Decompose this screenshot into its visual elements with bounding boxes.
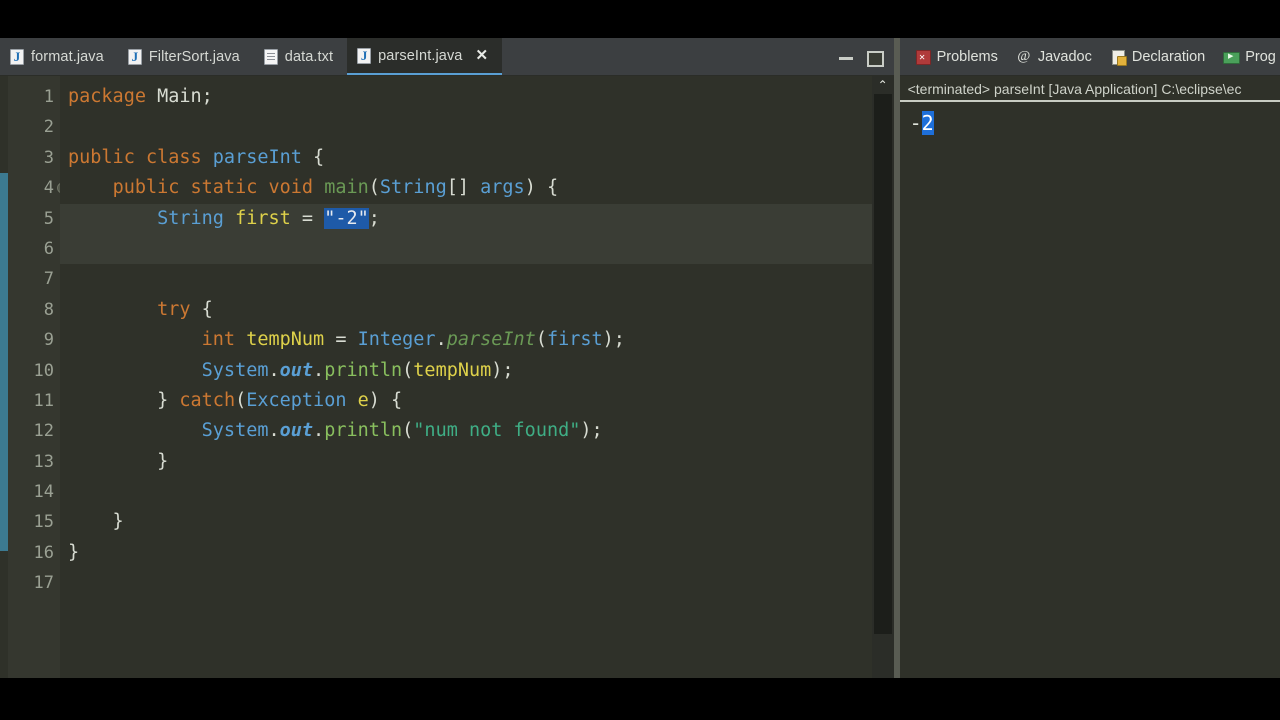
launch-configuration-header: <terminated> parseInt [Java Application]…	[899, 76, 1280, 102]
line-number-gutter: 1 2 3 4 5 6 7 8 9 10 11 12 13 14 15 16 1…	[8, 76, 68, 678]
java-file-icon	[357, 47, 372, 64]
code-line-9[interactable]: int tempNum = Integer.parseInt(first);	[60, 325, 872, 355]
line-number: 6	[43, 238, 54, 259]
code-line-13[interactable]: }	[60, 447, 872, 477]
view-tab-progress[interactable]: Prog	[1214, 38, 1280, 75]
change-marker	[0, 173, 8, 551]
view-tab-label: Problems	[936, 48, 998, 65]
line-number-text: 4	[43, 178, 54, 199]
code-line-17[interactable]	[60, 568, 872, 598]
editor-tab-label: parseInt.java	[378, 47, 463, 64]
declaration-icon	[1110, 49, 1127, 66]
editor-tab-filtersort-java[interactable]: FilterSort.java	[118, 38, 254, 75]
line-number: 16	[33, 542, 54, 563]
code-line-15[interactable]: }	[60, 507, 872, 537]
minimize-icon[interactable]	[838, 49, 854, 65]
console-output-area[interactable]: -2	[899, 102, 1280, 678]
view-tab-declaration[interactable]: Declaration	[1101, 38, 1214, 75]
code-line-8[interactable]: try {	[60, 295, 872, 325]
line-number: 14	[33, 482, 54, 503]
editor-tab-parseint-java[interactable]: parseInt.java ✕	[347, 38, 503, 75]
code-line-16[interactable]: }	[60, 538, 872, 568]
editor-tab-data-txt[interactable]: data.txt	[254, 38, 347, 75]
code-line-12[interactable]: System.out.println("num not found");	[60, 416, 872, 446]
line-number: 1	[43, 87, 54, 107]
editor-pane: format.java FilterSort.java data.txt par…	[0, 38, 894, 678]
code-line-2[interactable]	[60, 112, 872, 142]
line-number: 7	[43, 269, 54, 290]
code-line-1[interactable]: package Main;	[60, 82, 872, 112]
code-line-5[interactable]: String first = "-2";	[60, 203, 872, 234]
scrollbar-thumb[interactable]	[873, 94, 892, 634]
line-number: 4	[8, 173, 68, 203]
console-pane: Problems Javadoc Declaration Prog <termi…	[899, 38, 1280, 678]
code-line-4[interactable]: public static void main(String[] args) {	[60, 173, 872, 203]
console-output-selected-text: 2	[921, 111, 934, 135]
scroll-up-icon[interactable]: ⌃	[871, 76, 894, 94]
code-text-area[interactable]: package Main; public class parseInt { pu…	[60, 76, 872, 678]
view-tab-label: Javadoc	[1037, 48, 1092, 65]
code-region: 1 2 3 4 5 6 7 8 9 10 11 12 13 14 15 16 1…	[0, 76, 894, 678]
javadoc-icon	[1016, 49, 1032, 65]
view-tab-label: Prog	[1245, 48, 1276, 65]
editor-vertical-scrollbar[interactable]: ⌃	[871, 76, 894, 678]
code-line-7[interactable]	[60, 264, 872, 294]
problems-icon	[915, 49, 931, 65]
view-tab-bar: Problems Javadoc Declaration Prog	[899, 38, 1280, 76]
editor-tab-bar: format.java FilterSort.java data.txt par…	[0, 38, 894, 76]
line-number: 5	[43, 208, 54, 229]
line-number: 15	[33, 512, 54, 533]
editor-tab-format-java[interactable]: format.java	[0, 38, 118, 75]
code-line-11[interactable]: } catch(Exception e) {	[60, 386, 872, 416]
maximize-icon[interactable]	[866, 49, 884, 67]
java-file-icon	[10, 48, 24, 65]
editor-window-buttons	[838, 38, 894, 75]
view-tab-problems[interactable]: Problems	[906, 38, 1007, 75]
console-output-prefix: -	[909, 111, 922, 135]
code-line-14[interactable]	[60, 477, 872, 507]
line-number: 11	[33, 390, 54, 411]
code-line-6[interactable]	[60, 233, 872, 265]
editor-tab-label: FilterSort.java	[148, 48, 240, 65]
view-tab-javadoc[interactable]: Javadoc	[1007, 38, 1101, 75]
line-number: 13	[33, 451, 54, 472]
code-line-3[interactable]: public class parseInt {	[60, 143, 872, 173]
line-number: 3	[43, 147, 54, 168]
change-marker-bar	[0, 76, 8, 678]
line-number: 10	[33, 360, 54, 381]
code-line-10[interactable]: System.out.println(tempNum);	[60, 356, 872, 386]
close-icon[interactable]: ✕	[475, 48, 488, 63]
line-number: 9	[43, 330, 54, 351]
view-tab-label: Declaration	[1131, 48, 1206, 65]
console-output-line[interactable]: -2	[910, 110, 1280, 136]
line-number: 12	[33, 421, 54, 442]
eclipse-ide-window: format.java FilterSort.java data.txt par…	[0, 38, 1280, 678]
editor-tab-label: data.txt	[284, 48, 334, 65]
progress-icon	[1223, 49, 1241, 65]
line-number: 2	[43, 117, 54, 138]
text-file-icon	[263, 48, 278, 65]
editor-tab-label: format.java	[31, 48, 104, 65]
line-number: 17	[33, 573, 54, 594]
line-number: 8	[43, 299, 54, 320]
java-file-icon	[127, 48, 142, 65]
